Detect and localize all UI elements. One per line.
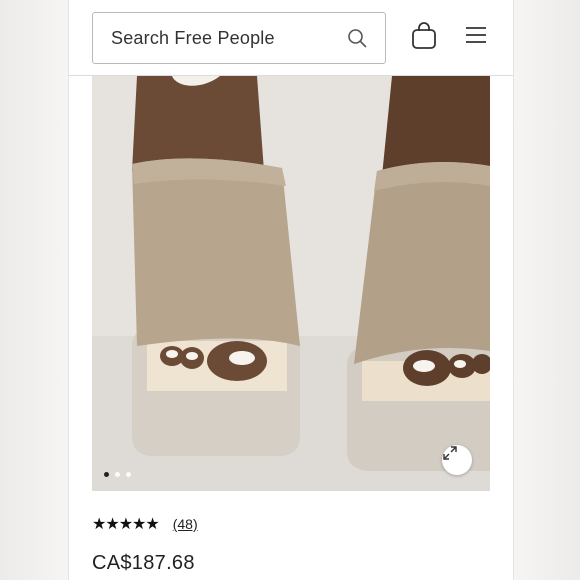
zoom-button[interactable] — [442, 445, 472, 475]
search-placeholder: Search Free People — [111, 27, 275, 48]
product-page: Search Free People ★★★★★ (48) CA$187.68 — [68, 0, 514, 580]
rating-stars: ★★★★★ — [92, 516, 160, 533]
carousel-indicators[interactable] — [104, 472, 131, 477]
hamburger-menu-icon[interactable] — [465, 26, 487, 44]
carousel-dot[interactable] — [126, 472, 131, 477]
product-price: CA$187.68 — [92, 552, 195, 574]
carousel-dot[interactable] — [104, 472, 109, 477]
background-left — [0, 0, 68, 580]
search-input[interactable]: Search Free People — [92, 12, 386, 64]
site-header: Search Free People — [69, 0, 513, 76]
expand-icon — [443, 446, 457, 460]
review-count-link[interactable]: (48) — [173, 516, 198, 532]
carousel-dot[interactable] — [115, 472, 120, 477]
shopping-bag-icon[interactable] — [411, 22, 437, 50]
background-right — [512, 0, 580, 580]
product-image[interactable] — [92, 76, 490, 491]
search-icon[interactable] — [347, 28, 367, 48]
product-image-illustration — [92, 76, 490, 491]
product-rating[interactable]: ★★★★★ (48) — [92, 514, 198, 534]
